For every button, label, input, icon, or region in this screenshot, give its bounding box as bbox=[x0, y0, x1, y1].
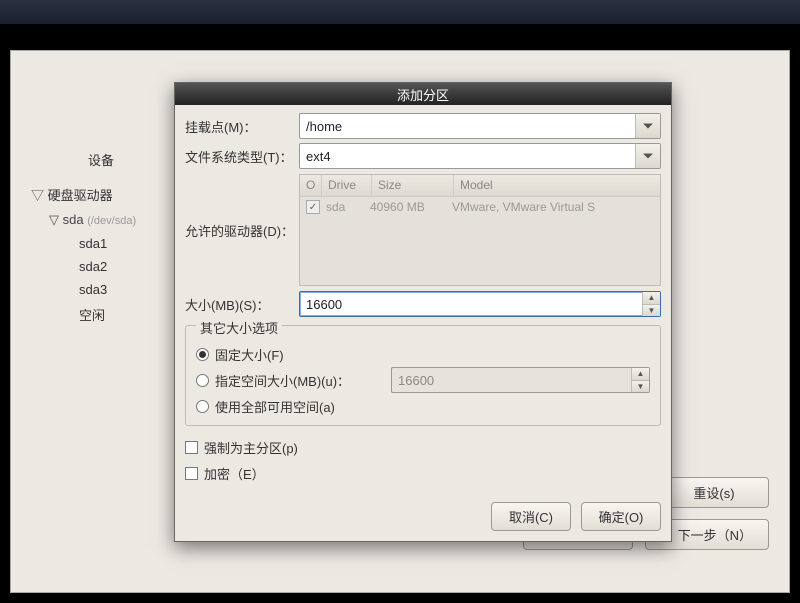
reset-button[interactable]: 重设(s) bbox=[659, 477, 769, 508]
desktop-top-bar bbox=[0, 0, 800, 24]
force-primary-checkbox[interactable]: 强制为主分区(p) bbox=[185, 434, 661, 460]
checkbox-icon bbox=[185, 467, 198, 480]
mount-point-label: 挂载点(M)： bbox=[185, 117, 295, 136]
checkbox-icon bbox=[185, 441, 198, 454]
drive-checkbox[interactable]: ✓ bbox=[306, 200, 320, 214]
device-tree[interactable]: 硬盘驱动器 sda (/dev/sda) sda1 sda22 sda34 空闲… bbox=[31, 181, 191, 328]
size-spinbox[interactable]: 16600 ▲ ▼ bbox=[299, 291, 661, 317]
table-row[interactable]: ✓ sda 40960 MB VMware, VMware Virtual S bbox=[300, 197, 660, 217]
table-header: O Drive Size Model bbox=[300, 175, 660, 197]
tree-root-harddrives[interactable]: 硬盘驱动器 bbox=[31, 181, 191, 208]
tree-item-sda1[interactable]: sda1 bbox=[31, 232, 191, 255]
encrypt-checkbox[interactable]: 加密（E） bbox=[185, 460, 661, 486]
radio-fixed-size[interactable]: 固定大小(F) bbox=[196, 341, 650, 367]
ok-button[interactable]: 确定(O) bbox=[581, 502, 661, 531]
dialog-footer: 取消(C) 确定(O) bbox=[175, 492, 671, 541]
device-column-header: 设备 bbox=[36, 149, 166, 173]
dialog-titlebar[interactable]: 添加分区 bbox=[175, 83, 671, 105]
mount-point-combo[interactable]: /home bbox=[299, 113, 661, 139]
allowed-drives-table[interactable]: O Drive Size Model ✓ sda 40960 MB VMware… bbox=[299, 174, 661, 286]
cancel-button[interactable]: 取消(C) bbox=[491, 502, 571, 531]
spin-buttons[interactable]: ▲ ▼ bbox=[642, 292, 660, 316]
radio-fill-up-to[interactable]: 指定空间大小(MB)(u)： 16600 ▲▼ bbox=[196, 367, 650, 393]
add-partition-dialog: 添加分区 挂载点(M)： /home 文件系统类型(T)： ext4 允许的驱动… bbox=[174, 82, 672, 542]
size-options-group: 其它大小选项 固定大小(F) 指定空间大小(MB)(u)： 16600 ▲▼ bbox=[185, 325, 661, 426]
radio-fill-all[interactable]: 使用全部可用空间(a) bbox=[196, 393, 650, 419]
tree-sda-devpath: (/dev/sda) bbox=[87, 215, 136, 227]
allowed-drives-label: 允许的驱动器(D)： bbox=[185, 221, 295, 240]
radio-icon bbox=[196, 374, 209, 387]
size-label: 大小(MB)(S)： bbox=[185, 295, 295, 314]
size-options-legend: 其它大小选项 bbox=[196, 318, 282, 337]
radio-icon bbox=[196, 348, 209, 361]
spin-up-icon: ▲ bbox=[643, 292, 660, 305]
tree-item-sda3[interactable]: sda34 bbox=[31, 278, 191, 301]
spin-down-icon: ▼ bbox=[643, 305, 660, 317]
tree-item-free[interactable]: 空闲1 bbox=[31, 301, 191, 328]
fstype-label: 文件系统类型(T)： bbox=[185, 147, 295, 166]
radio-icon bbox=[196, 400, 209, 413]
tree-sda-label: sda bbox=[63, 212, 84, 227]
upto-spinbox: 16600 ▲▼ bbox=[391, 367, 650, 393]
tree-item-sda2[interactable]: sda22 bbox=[31, 255, 191, 278]
tree-item-sda[interactable]: sda (/dev/sda) bbox=[31, 208, 191, 232]
chevron-down-icon bbox=[643, 124, 653, 129]
fstype-combo[interactable]: ext4 bbox=[299, 143, 661, 169]
chevron-down-icon bbox=[643, 154, 653, 159]
